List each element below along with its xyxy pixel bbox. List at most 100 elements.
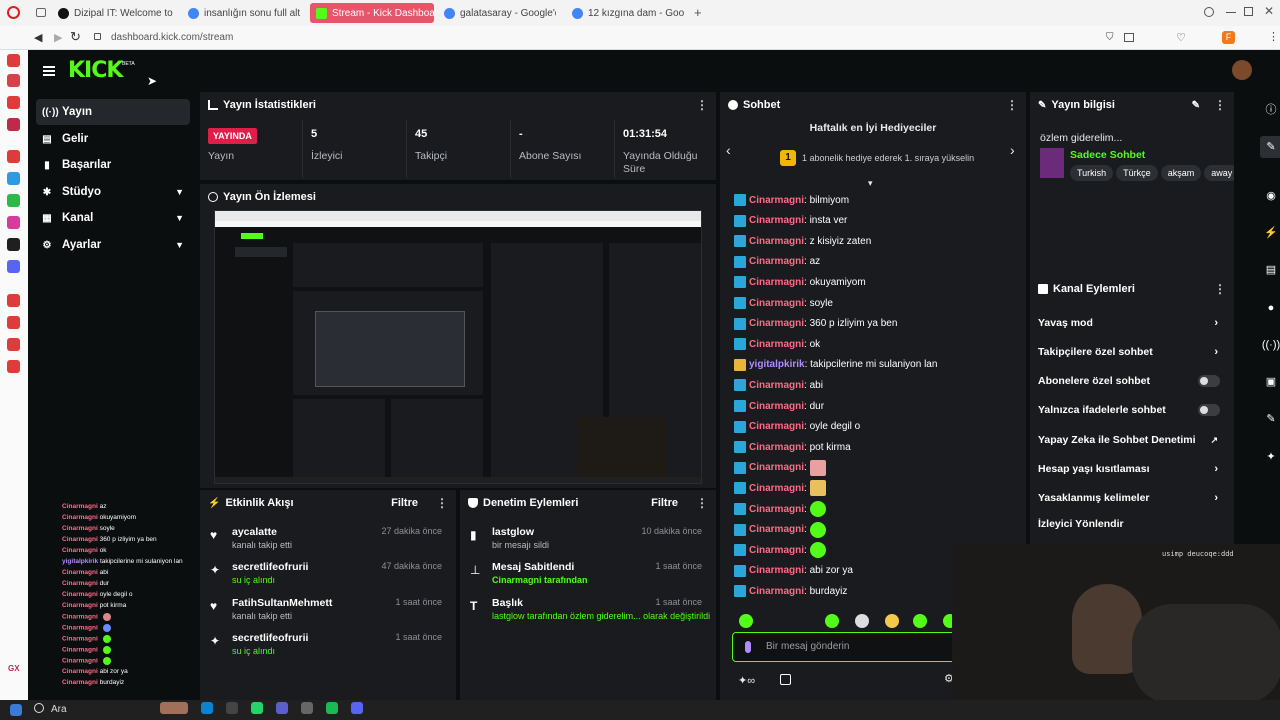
opera-icon[interactable] [226, 702, 238, 714]
more-options-icon[interactable]: ⋮ [1214, 98, 1226, 112]
activity-user[interactable]: FatihSultanMehmett [232, 597, 332, 609]
reload-icon[interactable]: ↻ [70, 29, 81, 45]
opera-logo-icon[interactable] [7, 6, 20, 19]
edit-icon[interactable]: ✎ [1260, 136, 1280, 158]
tab-kick-dashboard[interactable]: Stream - Kick Dashboard [310, 3, 434, 23]
x-icon[interactable] [7, 238, 20, 251]
chat-username[interactable]: Cinarmagni [749, 195, 804, 206]
chat-username[interactable]: Cinarmagni [749, 504, 804, 515]
bookmark-icon[interactable]: ⛉ [1106, 32, 1114, 43]
chat-icon[interactable]: ● [1260, 297, 1280, 319]
flow-icon[interactable]: F [1222, 31, 1235, 44]
profile-avatar[interactable] [1232, 60, 1252, 80]
search-icon[interactable] [34, 703, 44, 713]
emote-icon[interactable] [809, 542, 826, 559]
chat-username[interactable]: Cinarmagni [749, 421, 804, 432]
hamburger-menu-icon[interactable] [43, 66, 55, 76]
store-icon[interactable] [780, 674, 791, 685]
sidebar-app-icon[interactable] [7, 338, 20, 351]
forward-icon[interactable]: ▶ [54, 31, 62, 44]
more-options-icon[interactable]: ⋮ [1006, 98, 1018, 112]
sidebar-app-icon[interactable] [7, 150, 20, 163]
sidebar-app-icon[interactable] [7, 74, 20, 87]
action-raid[interactable]: İzleyici Yönlendir [1030, 510, 1228, 538]
edit-pencil-icon[interactable]: ✎ [1192, 100, 1200, 111]
more-options-icon[interactable]: ⋮ [1214, 282, 1226, 296]
chat-username[interactable]: Cinarmagni [749, 442, 804, 453]
tab-insanligin-sonu[interactable]: insanlığın sonu full altyazı [188, 3, 300, 23]
chat-username[interactable]: Cinarmagni [749, 483, 804, 494]
emote-icon[interactable] [855, 614, 869, 628]
obs-icon[interactable] [301, 702, 313, 714]
chevron-left-icon[interactable]: ‹ [726, 142, 731, 158]
history-icon[interactable] [7, 316, 20, 329]
tab-galatasaray[interactable]: galatasaray - Google'da A [444, 3, 556, 23]
action-emotes-only[interactable]: Yalnızca ifadelerle sohbet [1030, 396, 1228, 424]
sidebar-app-icon[interactable] [7, 96, 20, 109]
kick-logo[interactable]: KICK [68, 58, 123, 83]
lightning-icon[interactable]: ⚡ [1260, 222, 1280, 244]
channel-points-icon[interactable]: ✦∞ [738, 674, 755, 687]
action-subscribers-only[interactable]: Abonelere özel sohbet [1030, 367, 1228, 395]
category-thumbnail[interactable] [1040, 148, 1064, 178]
whatsapp-icon[interactable] [251, 702, 263, 714]
emote-icon[interactable] [809, 521, 826, 538]
tag-pill[interactable]: Türkçe [1116, 165, 1158, 181]
instagram-icon[interactable] [7, 216, 20, 229]
activity-user[interactable]: aycalatte [232, 526, 277, 538]
chat-username[interactable]: Cinarmagni [749, 565, 804, 576]
action-banned-words[interactable]: Yasaklanmış kelimeler › [1030, 484, 1228, 512]
activity-user[interactable]: secretlifeofrurii [232, 632, 308, 644]
moderation-actor[interactable]: Mesaj Sabitlendi [492, 561, 574, 573]
chat-username[interactable]: Cinarmagni [749, 236, 804, 247]
chat-username[interactable]: Cinarmagni [749, 380, 804, 391]
chat-username[interactable]: Cinarmagni [749, 586, 804, 597]
scroll-down-icon[interactable]: ▾ [868, 178, 873, 189]
whatsapp-icon[interactable] [7, 194, 20, 207]
category-name[interactable]: Sadece Sohbet [1070, 149, 1145, 161]
tag-pill[interactable]: Turkish [1070, 165, 1114, 181]
extensions-icon[interactable]: ♡ [1176, 31, 1186, 44]
tag-pill[interactable]: akşam [1160, 165, 1202, 181]
chat-input-box[interactable]: Bir mesaj gönderin [732, 632, 962, 662]
action-account-age[interactable]: Hesap yaşı kısıtlaması › [1030, 455, 1228, 483]
action-slow-mode[interactable]: Yavaş mod › [1030, 309, 1228, 337]
back-icon[interactable]: ◀ [34, 31, 42, 44]
nav-item-kanal[interactable]: ▦ Kanal ▼ [36, 205, 190, 231]
toggle-switch[interactable] [1198, 375, 1220, 387]
chat-username[interactable]: Cinarmagni [749, 277, 804, 288]
emote-icon[interactable] [913, 614, 927, 628]
minimize-icon[interactable] [1226, 12, 1236, 13]
settings-icon[interactable] [7, 360, 20, 373]
gx-icon[interactable]: GX [8, 664, 20, 673]
taskbar-search[interactable]: Ara [51, 704, 67, 715]
moderation-icon[interactable]: ▣ [1260, 371, 1280, 393]
filter-button[interactable]: Filtre [391, 497, 418, 509]
chat-username[interactable]: Cinarmagni [749, 318, 804, 329]
nav-item-gelir[interactable]: ▤ Gelir [36, 126, 190, 152]
url-field[interactable]: dashboard.kick.com/stream [111, 32, 233, 43]
wrench-icon[interactable]: ✎ [1260, 408, 1280, 430]
emote-icon[interactable] [825, 614, 839, 628]
nav-item-yayin[interactable]: ((·)) Yayın [36, 99, 190, 125]
moderation-actor[interactable]: lastglow [492, 526, 534, 538]
chat-username[interactable]: Cinarmagni [749, 298, 804, 309]
action-followers-only[interactable]: Takipçilere özel sohbet › [1030, 338, 1228, 366]
tab-dizipal[interactable]: Dizipal IT: Welcome to De [58, 3, 176, 23]
emote-icon[interactable] [809, 480, 826, 497]
broadcast-icon[interactable]: ((·)) [1260, 334, 1280, 356]
maximize-icon[interactable] [1244, 7, 1253, 16]
chat-username[interactable]: Cinarmagni [749, 462, 804, 473]
emote-icon[interactable] [885, 614, 899, 628]
moderation-actor[interactable]: Başlık [492, 597, 523, 609]
tag-pill[interactable]: away [1204, 165, 1234, 181]
teams-icon[interactable] [276, 702, 288, 714]
nav-item-studyo[interactable]: ✱ Stüdyo ▼ [36, 179, 190, 205]
more-options-icon[interactable]: ⋮ [696, 496, 708, 510]
sidebar-app-icon[interactable] [7, 118, 20, 131]
telegram-icon[interactable] [7, 172, 20, 185]
chat-username[interactable]: yigitalpkirik [749, 359, 805, 370]
chat-username[interactable]: Cinarmagni [749, 524, 804, 535]
search-tabs-icon[interactable] [1204, 7, 1214, 17]
info-icon[interactable]: ⓘ [1260, 99, 1280, 121]
